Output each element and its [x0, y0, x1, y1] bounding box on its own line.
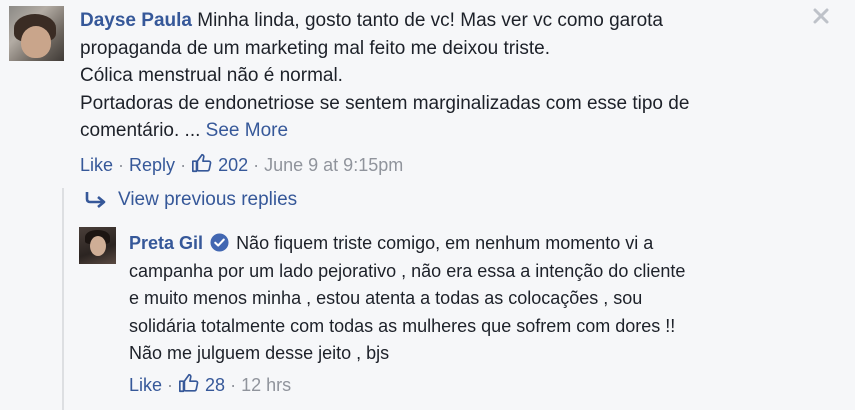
separator: ·: [248, 155, 265, 175]
separator: ·: [175, 155, 192, 175]
separator: ·: [113, 155, 130, 175]
reply-text-line: Não me julguem desse jeito , bjs: [129, 343, 390, 363]
reply-text-line: campanha por um lado pejorativo , não er…: [129, 260, 686, 281]
comment-meta: Like · Reply · 202 · June 9 at 9:15pm: [80, 151, 403, 179]
comment-timestamp[interactable]: June 9 at 9:15pm: [264, 155, 403, 175]
comment-text-line: Minha linda, gosto tanto de vc! Mas ver …: [197, 10, 663, 31]
reply-text-line: Não fiquem triste comigo, em nenhum mome…: [236, 233, 654, 253]
reply-avatar[interactable]: [79, 227, 116, 264]
reply-like-link[interactable]: Like: [129, 375, 162, 395]
replies-divider: [62, 188, 64, 410]
reply-avatar-face: [90, 236, 106, 256]
separator: ·: [225, 375, 242, 395]
reply-link[interactable]: Reply: [129, 155, 175, 175]
comment-text-line: Cólica menstrual não é normal.: [80, 65, 343, 86]
close-icon[interactable]: [811, 6, 831, 26]
thumbs-up-icon[interactable]: [178, 372, 200, 394]
reply-body: Preta Gil Não fiquem triste comigo, em n…: [129, 230, 789, 368]
separator: ·: [162, 375, 179, 395]
comment-author[interactable]: Dayse Paula: [80, 10, 192, 31]
reply-text-line: e muito menos minha , estou atenta a tod…: [129, 288, 643, 308]
reply-arrow-icon: [85, 192, 106, 208]
reply-meta: Like · 28 · 12 hrs: [129, 371, 291, 399]
reply-timestamp[interactable]: 12 hrs: [241, 375, 291, 395]
comment-text-line: comentário. ...: [80, 120, 201, 141]
reply-author[interactable]: Preta Gil: [129, 233, 203, 253]
view-previous-label[interactable]: View previous replies: [118, 189, 297, 210]
avatar-face: [21, 26, 51, 58]
reply-text-line: solidária totalmente com todas as mulher…: [129, 315, 676, 336]
like-count[interactable]: 202: [218, 155, 248, 175]
thumbs-up-icon[interactable]: [191, 152, 213, 174]
view-previous-replies[interactable]: View previous replies: [84, 186, 297, 214]
comment-text-line: propaganda de um marketing mal feito me …: [80, 37, 550, 59]
avatar[interactable]: [9, 6, 64, 61]
verified-badge-icon: [210, 233, 229, 252]
reply-like-count[interactable]: 28: [205, 375, 225, 395]
see-more-link[interactable]: See More: [206, 120, 288, 141]
like-link[interactable]: Like: [80, 155, 113, 175]
comment-body: Dayse Paula Minha linda, gosto tanto de …: [80, 7, 780, 145]
comment-text-line: Portadoras de endonetriose se sentem mar…: [80, 92, 690, 114]
